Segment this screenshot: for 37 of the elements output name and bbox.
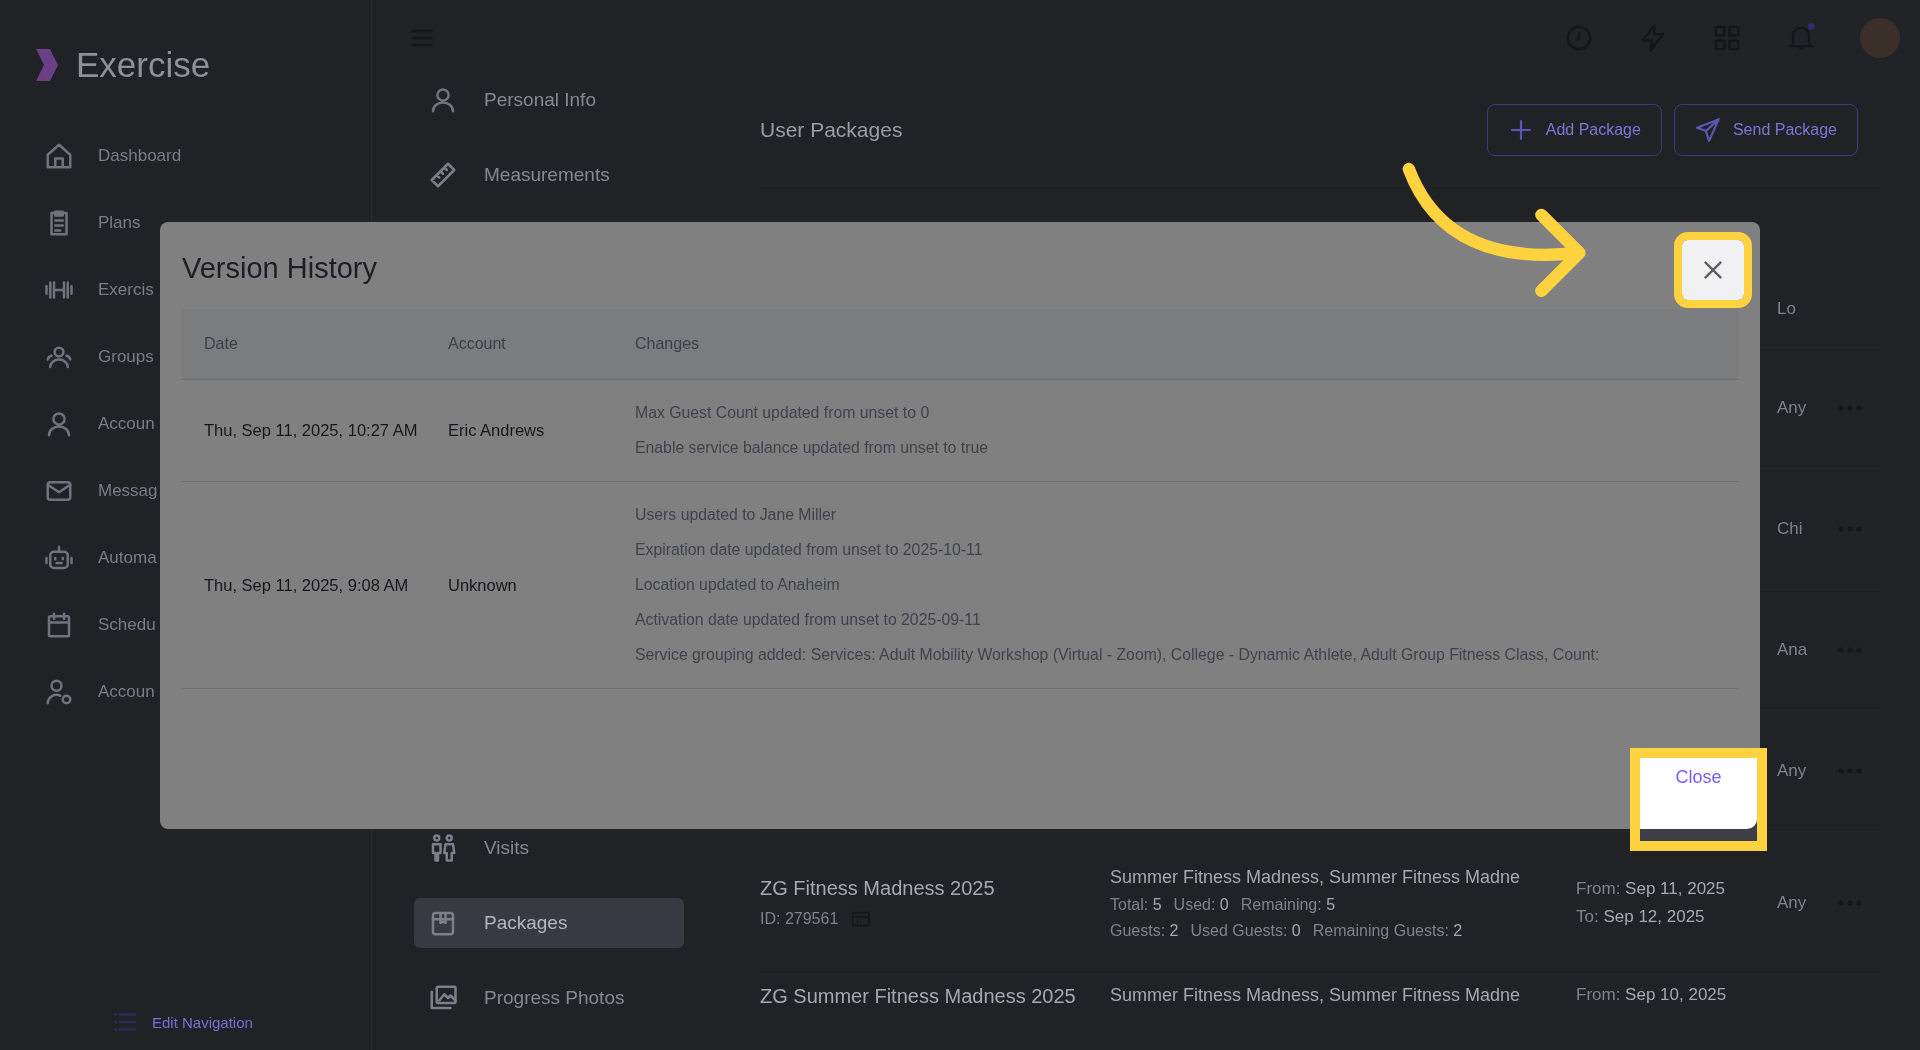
table-cell-text: Any: [1777, 761, 1808, 781]
date-text: To: Sep 12, 2025: [1576, 907, 1706, 927]
table-cell-text: Thu, Sep 11, 2025, 10:27 AM: [203, 421, 419, 440]
column-header: Date: [203, 335, 239, 353]
column-header: Account: [448, 335, 507, 353]
table-cell-text: Eric Andrews: [448, 421, 546, 440]
page-title: User Packages: [760, 118, 903, 142]
date-text: From: Sep 11, 2025: [1576, 879, 1726, 899]
package-services: Summer Fitness Madness, Summer Fitness Madne: [1110, 866, 1522, 888]
column-header: Lo: [1777, 299, 1797, 319]
package-name: ZG Fitness Madness 2025: [760, 876, 996, 900]
change-text: Max Guest Count updated from unset to 0: [635, 403, 931, 423]
table-cell-text: Any: [1777, 893, 1808, 913]
table-cell-text: Chi: [1777, 519, 1804, 539]
count-text: Used: 0: [1173, 895, 1229, 914]
change-text: Enable service balance updated from unset to true: [635, 438, 990, 458]
dialog-title: Version History: [182, 252, 378, 285]
count-text: Remaining Guests: 2: [1312, 921, 1463, 940]
change-text: Activation date updated from unset to 2025-09-11: [635, 610, 982, 630]
change-text: Service grouping added: Services: Adult Mobility Workshop (Virtual - Zoom), College - Dynamic Athlete, Adult Group Fitness Class, Count:: [635, 645, 1601, 665]
date-text: From: Sep 10, 2025: [1576, 985, 1728, 1005]
count-text: Total: 5: [1110, 895, 1162, 914]
count-text: Guests: 2: [1110, 921, 1179, 940]
app-logo-text: Exercise: [76, 45, 211, 85]
table-cell-text: Thu, Sep 11, 2025, 9:08 AM: [203, 575, 410, 595]
count-text: Used Guests: 0: [1190, 921, 1301, 940]
count-text: Remaining: 5: [1240, 895, 1336, 914]
package-id: ID: 279561: [760, 909, 839, 928]
table-cell-text: Any: [1777, 398, 1808, 418]
column-header: Changes: [635, 335, 701, 353]
change-text: Users updated to Jane Miller: [635, 505, 838, 525]
package-services: Summer Fitness Madness, Summer Fitness Madne: [1110, 985, 1522, 1006]
change-text: Location updated to Anaheim: [635, 575, 841, 595]
table-cell-text: Unknown: [448, 575, 518, 595]
change-text: Expiration date updated from unset to 2025-10-11: [635, 540, 984, 560]
package-name: ZG Summer Fitness Madness 2025: [760, 985, 1077, 1008]
table-cell-text: Ana: [1777, 640, 1809, 660]
